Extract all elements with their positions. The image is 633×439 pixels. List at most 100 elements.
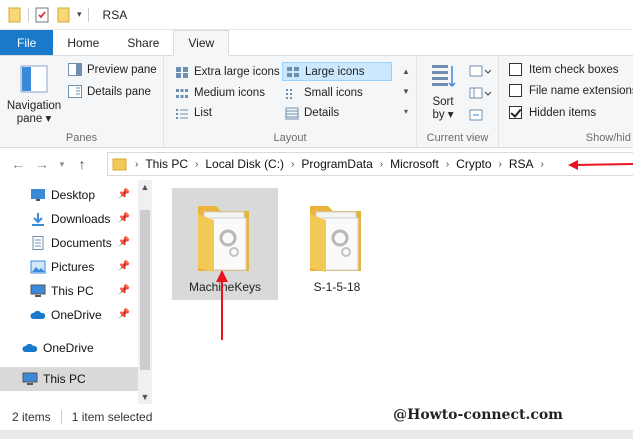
navigation-pane-scrollbar[interactable]: ▲ ▼ [138, 180, 152, 404]
nav-item-label: This PC [51, 284, 94, 298]
watermark: @Howto-connect.com [393, 407, 563, 423]
item-check-boxes-label: Item check boxes [529, 63, 619, 76]
size-columns-icon[interactable] [469, 108, 483, 122]
nav-item-downloads[interactable]: Downloads 📌 [0, 207, 138, 231]
desktop-icon [31, 189, 45, 201]
tab-share[interactable]: Share [113, 30, 173, 55]
breadcrumb-separator-icon[interactable]: › [192, 159, 201, 170]
nav-item-label: OneDrive [51, 308, 102, 322]
nav-item-label: Downloads [51, 212, 111, 226]
hidden-items-label: Hidden items [529, 106, 597, 119]
scroll-up-icon[interactable]: ▲ [138, 182, 152, 192]
up-arrow-icon[interactable]: ↑ [70, 156, 94, 172]
nav-item-this-pc-root[interactable]: This PC [0, 367, 138, 391]
details-view-icon [285, 107, 299, 119]
sort-by-button[interactable]: Sort by ▾ [423, 62, 463, 122]
extra-large-icons-label: Extra large icons [194, 66, 280, 78]
nav-item-onedrive-root[interactable]: OneDrive [0, 336, 138, 360]
breadcrumb-separator-icon[interactable]: › [496, 159, 505, 170]
breadcrumb-programdata[interactable]: ProgramData [297, 157, 376, 171]
large-icons-button[interactable]: Large icons [282, 62, 392, 81]
back-arrow-icon[interactable]: ← [6, 156, 30, 172]
preview-pane-label: Preview pane [87, 63, 157, 76]
layout-scroll-arrows[interactable]: ▲ ▼ ▾ [400, 62, 412, 122]
small-icons-icon [286, 88, 292, 99]
properties-icon[interactable] [35, 7, 49, 23]
breadcrumb-separator-icon[interactable]: › [538, 159, 547, 170]
file-name-extensions-checkbox[interactable] [509, 84, 522, 97]
breadcrumb-separator-icon[interactable]: › [377, 159, 386, 170]
file-name-extensions-toggle[interactable]: File name extensions [509, 84, 633, 97]
breadcrumb-this-pc[interactable]: This PC [141, 157, 192, 171]
list-label: List [194, 107, 212, 119]
folder-icon [112, 158, 127, 171]
breadcrumb-microsoft[interactable]: Microsoft [386, 157, 443, 171]
navigation-pane-button[interactable]: Navigation pane ▾ [4, 64, 64, 126]
preview-pane-button[interactable]: Preview pane [68, 63, 157, 76]
breadcrumb-separator-icon[interactable]: › [443, 159, 452, 170]
group-by-icon[interactable] [469, 64, 491, 78]
computer-icon [30, 284, 46, 297]
extra-large-icons-button[interactable]: Extra large icons [172, 63, 283, 81]
list-icon [176, 108, 188, 119]
annotation-arrow-icon [568, 160, 633, 170]
large-icons-label: Large icons [305, 65, 365, 78]
details-pane-label: Details pane [87, 85, 151, 98]
breadcrumb-separator-icon[interactable]: › [132, 159, 141, 170]
scrollbar-thumb[interactable] [140, 210, 150, 370]
breadcrumb-rsa[interactable]: RSA [505, 157, 538, 171]
tab-view[interactable]: View [173, 30, 230, 56]
tab-file[interactable]: File [0, 30, 54, 55]
pin-icon[interactable]: 📌 [118, 309, 130, 320]
address-bar[interactable]: › This PC › Local Disk (C:) › ProgramDat… [107, 152, 633, 176]
item-check-boxes-checkbox[interactable] [509, 63, 522, 76]
navigation-pane-label: Navigation [6, 100, 62, 112]
nav-item-desktop[interactable]: Desktop 📌 [0, 183, 138, 207]
pin-icon[interactable]: 📌 [118, 213, 130, 224]
hidden-items-toggle[interactable]: Hidden items [509, 106, 596, 119]
list-button[interactable]: List [172, 104, 215, 122]
nav-item-label: Pictures [51, 260, 95, 274]
add-columns-icon[interactable] [469, 86, 491, 100]
nav-item-this-pc[interactable]: This PC 📌 [0, 279, 138, 303]
ribbon: Navigation pane ▾ Preview pane Details p… [0, 56, 633, 148]
nav-item-pictures[interactable]: Pictures 📌 [0, 255, 138, 279]
pictures-icon [30, 260, 46, 274]
medium-icons-icon [176, 88, 188, 98]
navigation-pane-icon [20, 65, 48, 93]
recent-locations-icon[interactable]: ▾ [54, 159, 70, 170]
pin-icon[interactable]: 📌 [118, 189, 130, 200]
item-count: 2 items [12, 410, 51, 424]
nav-item-label: Desktop [51, 188, 96, 202]
extra-large-icons-icon [176, 66, 188, 78]
tab-home[interactable]: Home [53, 30, 113, 55]
scroll-down-icon[interactable]: ▼ [138, 392, 152, 402]
medium-icons-button[interactable]: Medium icons [172, 84, 268, 102]
breadcrumb-local-disk[interactable]: Local Disk (C:) [201, 157, 288, 171]
breadcrumb-separator-icon[interactable]: › [288, 159, 297, 170]
new-folder-icon[interactable] [57, 7, 71, 23]
nav-item-documents[interactable]: Documents 📌 [0, 231, 138, 255]
details-pane-button[interactable]: Details pane [68, 85, 151, 98]
quick-access-dropdown-icon[interactable]: ▾ [77, 9, 82, 20]
pin-icon[interactable]: 📌 [118, 237, 130, 248]
nav-item-label: This PC [43, 372, 86, 386]
forward-arrow-icon[interactable]: → [30, 156, 54, 172]
small-icons-button[interactable]: Small icons [282, 84, 366, 102]
nav-item-label: Documents [51, 236, 112, 250]
pin-icon[interactable]: 📌 [118, 261, 130, 272]
navigation-pane: Desktop 📌 Downloads 📌 Documents 📌 Pictur… [0, 180, 152, 404]
folder-icon[interactable] [8, 7, 22, 23]
show-hide-group-label: Show/hid [585, 132, 631, 144]
file-item-s-1-5-18[interactable]: S-1-5-18 [284, 188, 390, 300]
details-view-button[interactable]: Details [282, 104, 342, 122]
breadcrumb-crypto[interactable]: Crypto [452, 157, 495, 171]
hidden-items-checkbox[interactable] [509, 106, 522, 119]
current-view-group: Sort by ▾ Current view [417, 56, 499, 148]
pin-icon[interactable]: 📌 [118, 285, 130, 296]
separator [28, 7, 29, 22]
nav-item-onedrive[interactable]: OneDrive 📌 [0, 303, 138, 327]
show-hide-group: Item check boxes File name extensions Hi… [499, 56, 633, 148]
item-check-boxes-toggle[interactable]: Item check boxes [509, 63, 618, 76]
preview-pane-icon [68, 63, 82, 76]
